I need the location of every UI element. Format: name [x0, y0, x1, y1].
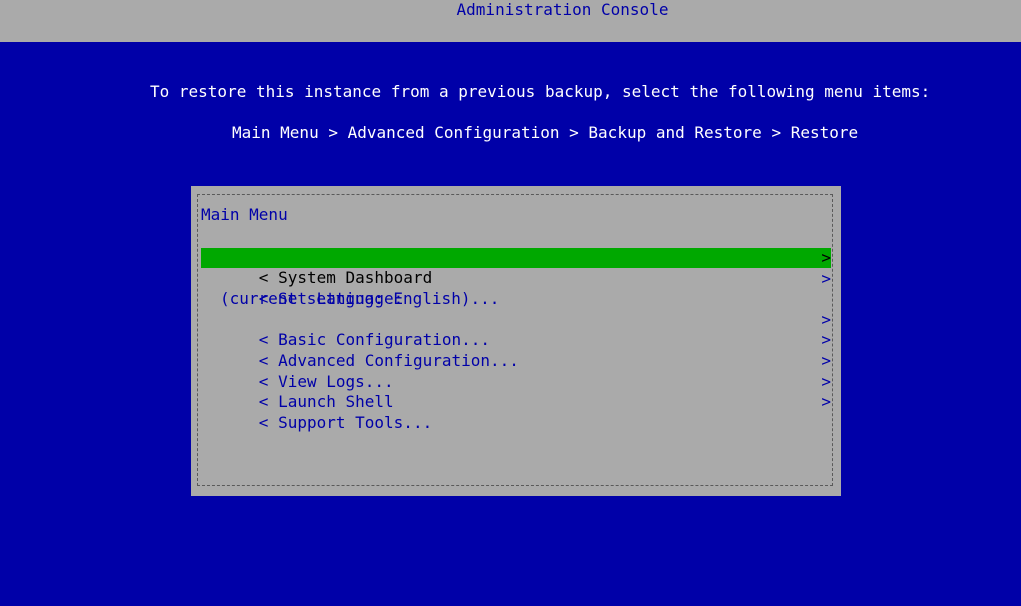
item-open-marker: < — [258, 412, 269, 432]
item-close-marker: > — [821, 309, 831, 329]
window-title: Administration Console — [456, 0, 669, 19]
item-close-marker: > — [821, 350, 831, 370]
restore-instructions: To restore this instance from a previous… — [150, 82, 931, 101]
item-close-marker: > — [821, 248, 831, 267]
menu-item-basic-configuration[interactable]: < Basic Configuration... > — [201, 309, 831, 350]
menu-item-support-tools[interactable]: < Support Tools... > — [201, 392, 831, 432]
restore-menu-path: Main Menu > Advanced Configuration > Bac… — [232, 123, 859, 142]
menu-item-label: Set Language: — [278, 289, 404, 309]
menu-list: < System Dashboard > < Set Language: > (… — [201, 248, 831, 432]
main-menu-dialog: Main Menu < System Dashboard > < Set Lan… — [191, 186, 841, 496]
menu-item-advanced-configuration[interactable]: < Advanced Configuration... > — [201, 330, 831, 370]
item-close-marker: > — [821, 392, 831, 412]
item-close-marker: > — [821, 371, 831, 391]
item-close-marker: > — [821, 330, 831, 350]
menu-item-label: Support Tools... — [278, 412, 433, 432]
title-bar: Administration Console — [0, 0, 1021, 42]
menu-item-launch-shell[interactable]: < Launch Shell > — [201, 371, 831, 412]
menu-item-view-logs[interactable]: < View Logs... > — [201, 350, 831, 391]
menu-item-set-language[interactable]: < Set Language: > — [201, 268, 831, 309]
item-close-marker: > — [821, 268, 831, 288]
menu-item-system-dashboard[interactable]: < System Dashboard > — [201, 248, 831, 287]
dialog-title: Main Menu — [201, 205, 288, 224]
item-open-marker: < — [258, 289, 269, 309]
